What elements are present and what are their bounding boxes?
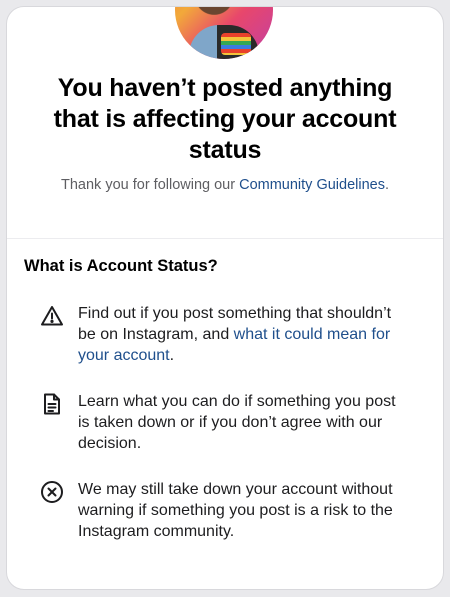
info-item-appeal: Learn what you can do if something you p… xyxy=(40,391,410,454)
circle-x-icon xyxy=(40,480,64,504)
subtitle-suffix: . xyxy=(384,177,390,193)
info-item-posting: Find out if you post something that shou… xyxy=(40,303,410,366)
title-line-1: You haven’t posted anything xyxy=(57,74,393,102)
info-item-removal: We may still take down your account with… xyxy=(40,479,410,542)
account-status-card: You haven’t posted anything that is affe… xyxy=(6,6,444,590)
subtitle: Thank you for following our Community Gu… xyxy=(7,177,443,193)
page-title: You haven’t posted anything that is affe… xyxy=(7,73,443,166)
section-heading: What is Account Status? xyxy=(24,257,218,275)
title-line-3: status xyxy=(188,136,262,164)
info-item-text: We may still take down your account with… xyxy=(78,481,393,540)
warning-triangle-icon xyxy=(40,304,64,328)
title-line-2: that is affecting your account xyxy=(53,105,397,133)
info-item-text: Learn what you can do if something you p… xyxy=(78,393,396,452)
info-item-text: Find out if you post something that shou… xyxy=(78,303,410,366)
profile-avatar xyxy=(175,7,273,59)
subtitle-text: Thank you for following our xyxy=(60,177,240,193)
section-divider xyxy=(7,238,443,239)
avatar-stripes xyxy=(221,33,251,55)
info-item-text-suffix: . xyxy=(169,347,175,364)
community-guidelines-link[interactable]: Community Guidelines xyxy=(239,177,385,193)
document-icon xyxy=(40,392,64,416)
